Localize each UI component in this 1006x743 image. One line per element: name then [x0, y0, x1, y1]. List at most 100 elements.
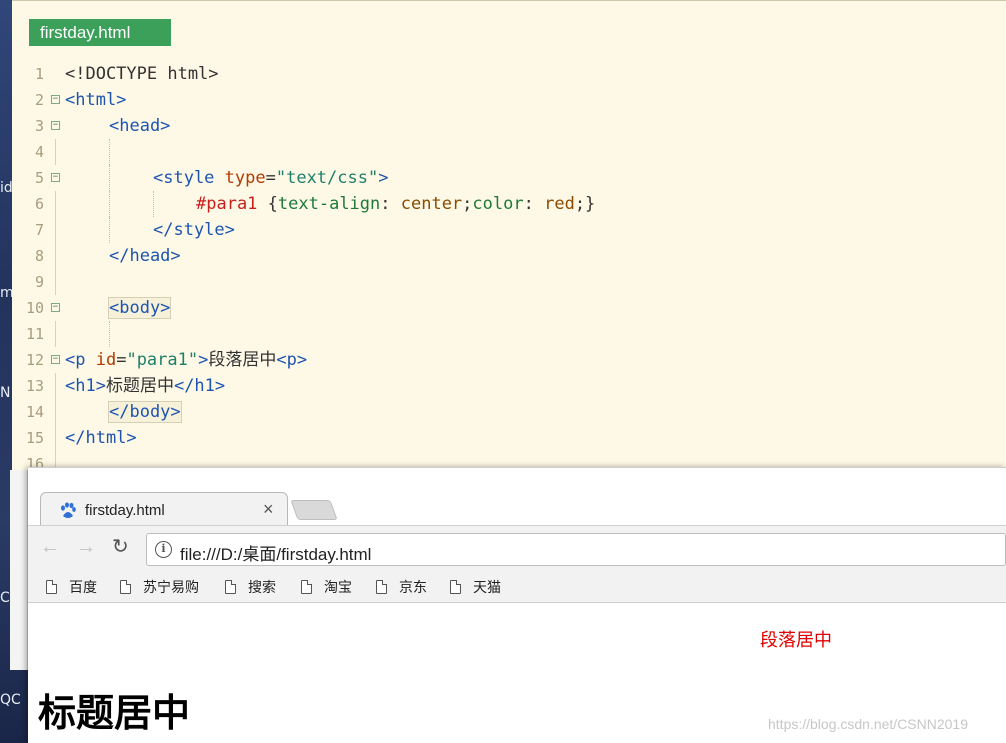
code-line: 2 − <html> [12, 87, 1006, 113]
code-token: "text/css" [275, 168, 379, 188]
code-token: </h1> [173, 376, 226, 396]
page-icon [120, 580, 131, 594]
code-token: type [224, 168, 266, 188]
code-token: </html> [65, 428, 137, 448]
code-line: 15 </html> [12, 425, 1006, 451]
code-token: #para1 [196, 194, 268, 214]
browser-toolbar: ← → ↻ i file:///D:/桌面/firstday.html [28, 525, 1006, 569]
code-token: </style> [153, 220, 235, 240]
code-line: 10 − <body> [12, 295, 1006, 321]
bookmark-item[interactable]: 京东 [376, 577, 427, 597]
code-line: 14 </body> [12, 399, 1006, 425]
tab-title: firstday.html [85, 502, 165, 519]
forward-arrow-icon[interactable]: → [76, 536, 96, 558]
editor-file-tab[interactable]: firstday.html [29, 19, 171, 46]
fold-toggle-icon[interactable]: − [51, 173, 60, 182]
code-line: 3 − <head> [12, 113, 1006, 139]
line-number: 8 [34, 247, 44, 265]
line-number: 4 [34, 143, 44, 161]
line-number: 12 [25, 351, 44, 369]
line-number: 6 [34, 195, 44, 213]
bookmark-item[interactable]: 淘宝 [301, 577, 352, 597]
code-token: > [198, 350, 209, 370]
code-line: 1 <!DOCTYPE html> [12, 61, 1006, 87]
code-token: </head> [109, 246, 181, 266]
bookmark-item[interactable]: 天猫 [450, 577, 501, 597]
code-line: 12 − <p id="para1">段落居中<p> [12, 347, 1006, 373]
bookmark-label: 搜索 [248, 579, 276, 595]
line-number: 2 [34, 91, 44, 109]
code-token: : [380, 194, 401, 214]
desktop-label[interactable]: C [0, 590, 10, 606]
desktop-label[interactable]: QC [0, 692, 21, 708]
code-token: <html> [65, 90, 127, 110]
background-window-edge [10, 470, 28, 670]
page-icon [225, 580, 236, 594]
back-arrow-icon[interactable]: ← [40, 536, 60, 558]
address-bar[interactable]: i file:///D:/桌面/firstday.html [146, 533, 1006, 566]
info-icon[interactable]: i [155, 541, 172, 558]
code-line: 8 </head> [12, 243, 1006, 269]
browser-tab[interactable]: firstday.html × [40, 492, 288, 527]
code-line: 6 #para1 {text-align: center;color: red;… [12, 191, 1006, 217]
code-line: 4 [12, 139, 1006, 165]
fold-toggle-icon[interactable]: − [51, 355, 60, 364]
code-token: = [116, 350, 127, 370]
fold-toggle-icon[interactable]: − [51, 121, 60, 130]
code-token: color [472, 194, 524, 214]
bookmark-label: 京东 [399, 579, 427, 595]
desktop-label[interactable]: N [0, 385, 10, 401]
fold-toggle-icon[interactable]: − [51, 303, 60, 312]
code-token: <p> [276, 350, 308, 370]
code-line: 13 <h1>标题居中</h1> [12, 373, 1006, 399]
code-line: 5 − <style type="text/css"> [12, 165, 1006, 191]
code-line: 9 [12, 269, 1006, 295]
code-token: <head> [109, 116, 171, 136]
line-number: 14 [25, 403, 44, 421]
code-token: <style [153, 168, 225, 188]
line-number: 1 [34, 65, 44, 83]
bookmarks-bar: 百度 苏宁易购 搜索 淘宝 京东 天猫 [28, 569, 1006, 603]
close-tab-icon[interactable]: × [263, 499, 274, 520]
code-token: <p [65, 350, 96, 370]
bookmark-item[interactable]: 搜索 [225, 577, 276, 597]
code-token: <!DOCTYPE html> [65, 64, 219, 84]
line-number: 3 [34, 117, 44, 135]
code-editor: firstday.html 1 <!DOCTYPE html> 2 − <htm… [12, 0, 1006, 477]
line-number: 5 [34, 169, 44, 187]
page-heading: 标题居中 [38, 691, 191, 735]
new-tab-button[interactable] [290, 500, 338, 520]
page-icon [450, 580, 461, 594]
code-token: </body> [108, 401, 182, 423]
bookmark-label: 淘宝 [324, 579, 352, 595]
centered-paragraph: 段落居中 [760, 630, 832, 651]
line-number: 10 [25, 299, 44, 317]
code-token: text-align [277, 194, 381, 214]
code-token: center [400, 194, 463, 214]
fold-toggle-icon[interactable]: − [51, 95, 60, 104]
code-token: ;} [574, 194, 596, 214]
bookmark-label: 百度 [69, 579, 97, 595]
line-number: 15 [25, 429, 44, 447]
code-token: 标题居中 [105, 376, 174, 396]
desktop-label[interactable]: id [0, 180, 13, 196]
watermark: https://blog.csdn.net/CSNN2019 [768, 716, 969, 732]
code-token: : [523, 194, 545, 214]
code-token: > [378, 168, 389, 188]
code-line: 7 </style> [12, 217, 1006, 243]
line-number: 11 [25, 325, 44, 343]
code-area[interactable]: 1 <!DOCTYPE html> 2 − <html> 3 − <head> … [12, 61, 1006, 477]
line-number: 7 [34, 221, 44, 239]
page-content: 段落居中 标题居中 https://blog.csdn.net/CSNN2019 [28, 604, 1006, 743]
reload-icon[interactable]: ↻ [112, 536, 129, 558]
code-token: <h1> [65, 376, 106, 396]
bookmark-item[interactable]: 百度 [46, 577, 97, 597]
code-token: <body> [107, 297, 172, 319]
page-icon [301, 580, 312, 594]
code-token: = [265, 168, 276, 188]
bookmark-item[interactable]: 苏宁易购 [120, 577, 199, 597]
line-number: 13 [25, 377, 44, 395]
code-token: red [544, 194, 575, 214]
url-text: file:///D:/桌面/firstday.html [180, 545, 372, 564]
bookmark-label: 苏宁易购 [143, 579, 199, 595]
